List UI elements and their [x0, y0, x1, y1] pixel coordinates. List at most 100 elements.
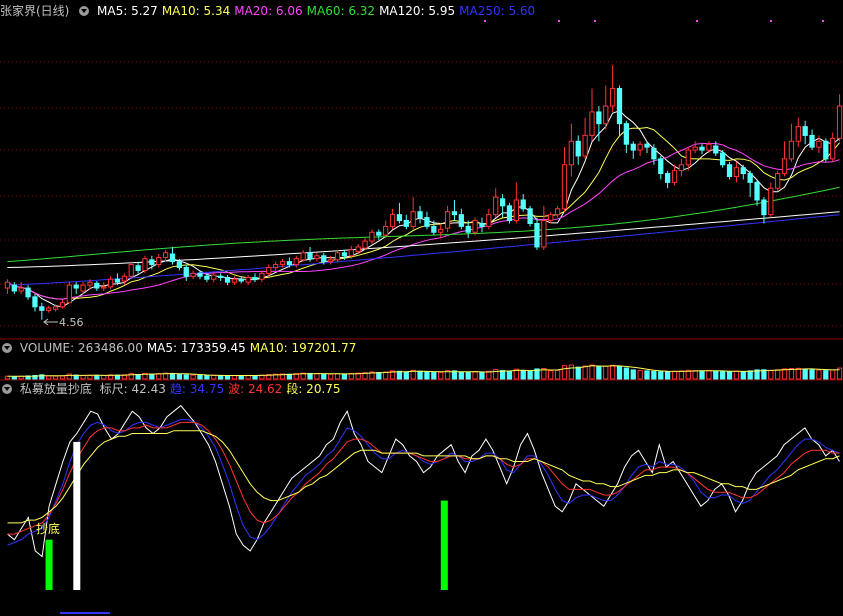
price-grid	[0, 61, 843, 327]
volume-bar	[823, 370, 829, 380]
candle	[788, 123, 795, 162]
volume-bar	[733, 370, 740, 380]
volume-bar	[554, 369, 561, 380]
dropdown-icon[interactable]	[79, 6, 90, 16]
volume-bar	[609, 364, 616, 380]
candle	[541, 205, 547, 250]
candle-body	[479, 222, 485, 227]
candle-body	[431, 225, 437, 233]
candle-body	[740, 167, 746, 175]
candle	[101, 282, 107, 291]
candle	[245, 275, 251, 286]
moving-average-lines	[7, 110, 840, 308]
candle-body	[94, 282, 100, 289]
volume-bar	[699, 370, 705, 380]
candle-body	[795, 126, 801, 142]
candle-body	[726, 164, 733, 178]
volume-bar	[66, 373, 72, 380]
candle-body	[259, 272, 265, 280]
candle-body	[644, 143, 650, 148]
candle-body	[121, 275, 127, 282]
candle-body	[11, 284, 17, 292]
candle	[444, 205, 451, 233]
candle-body	[114, 278, 121, 283]
volume-bar	[197, 374, 203, 380]
candle-body	[582, 134, 588, 157]
volume-bar	[816, 369, 822, 380]
stock-title: 张家界(日线)	[0, 4, 70, 18]
volume-bar	[417, 370, 423, 380]
candle	[720, 150, 726, 168]
candle	[424, 211, 430, 230]
candle-body	[266, 266, 272, 274]
candle	[513, 182, 519, 224]
candle-body	[369, 231, 375, 242]
volume-bar	[211, 374, 217, 380]
candle-body	[87, 281, 93, 286]
dropdown-icon[interactable]	[2, 343, 12, 353]
candle	[582, 117, 588, 159]
volume-bar	[713, 370, 719, 380]
candle-body	[156, 257, 162, 266]
volume-bar	[149, 373, 155, 380]
volume-bar	[596, 366, 602, 380]
candle	[609, 64, 616, 112]
volume-bar	[183, 374, 189, 380]
candle-body	[575, 140, 581, 157]
candle	[73, 282, 79, 294]
candle-body	[59, 302, 66, 308]
candle-body	[410, 211, 416, 227]
ma60-line	[7, 186, 840, 263]
candle-body	[224, 276, 231, 283]
candle	[458, 208, 464, 230]
candle-body	[107, 278, 114, 288]
price-indicator-value-2: MA20: 6.06	[234, 4, 303, 18]
volume-bar	[548, 370, 554, 380]
candle-body	[252, 276, 258, 280]
candle	[486, 208, 492, 230]
candle-body	[204, 275, 210, 280]
candle	[25, 285, 31, 300]
volume-bar	[493, 368, 499, 380]
volume-bar	[575, 366, 581, 380]
candle	[369, 229, 375, 245]
candle-body	[775, 173, 781, 189]
candle	[451, 199, 458, 221]
candle-body	[211, 274, 217, 280]
candle-body	[362, 240, 368, 249]
candle	[747, 170, 753, 198]
volume-indicator-value-0: VOLUME: 263486.00	[19, 341, 143, 355]
candle-body	[190, 272, 196, 277]
candle-body	[328, 259, 334, 263]
candle	[59, 299, 66, 309]
volume-header: VOLUME: 263486.00 MA5: 173359.45 MA10: 197…	[0, 340, 364, 356]
candle	[169, 246, 176, 265]
candle	[135, 261, 141, 274]
volume-bar	[80, 375, 86, 380]
price-header: 张家界(日线) MA5: 5.27 MA10: 5.34 MA20: 6.06 MA6…	[0, 3, 543, 19]
candle	[671, 164, 678, 186]
volume-bar	[568, 364, 574, 380]
volume-bar	[465, 372, 471, 380]
candle	[630, 141, 636, 159]
candle-body	[444, 211, 451, 229]
top-dots	[484, 20, 824, 22]
candle	[403, 214, 409, 230]
candle-body	[596, 111, 602, 125]
price-indicator-value-3: MA60: 6.32	[306, 4, 376, 18]
candle-body	[809, 134, 815, 148]
chart-canvas[interactable]: 4.56 抄底	[0, 0, 843, 616]
candle-body	[231, 278, 238, 283]
volume-bar	[176, 373, 182, 380]
panel-indicator-value-3: 段: 20.75	[286, 382, 341, 396]
candle-body	[300, 252, 306, 261]
candle-body	[616, 87, 623, 125]
volume-bar	[527, 370, 533, 380]
candle	[259, 270, 265, 283]
volume-bar	[740, 370, 746, 380]
candle	[506, 202, 513, 224]
buy-signal-bar	[440, 500, 448, 590]
candle	[568, 123, 574, 177]
dropdown-icon[interactable]	[2, 384, 12, 394]
candle-body	[383, 225, 389, 236]
